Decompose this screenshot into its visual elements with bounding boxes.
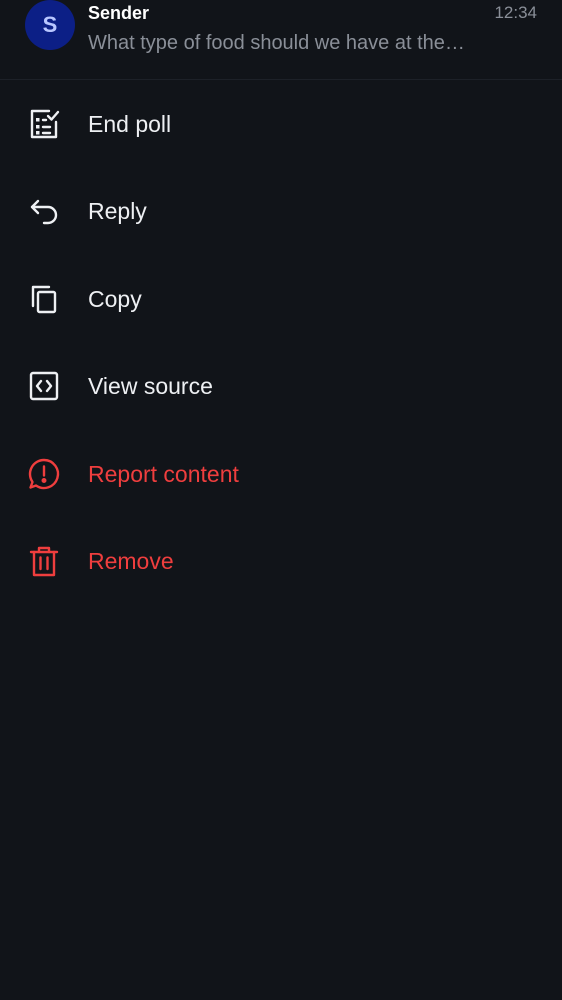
end-poll-label: End poll: [88, 110, 172, 137]
copy-button[interactable]: Copy: [0, 255, 562, 343]
trash-icon: [26, 543, 62, 579]
message-summary: S Sender What type of food should we hav…: [0, 0, 562, 80]
message-time: 12:34: [494, 3, 537, 22]
view-source-label: View source: [88, 373, 213, 400]
sender-name: Sender: [88, 3, 150, 23]
report-content-button[interactable]: Report content: [0, 430, 562, 518]
message-actions-screen: S Sender What type of food should we hav…: [0, 0, 562, 1000]
report-content-label: Report content: [88, 460, 239, 487]
end-poll-icon: [26, 106, 62, 142]
reply-label: Reply: [88, 198, 147, 225]
avatar: S: [25, 0, 75, 50]
end-poll-button[interactable]: End poll: [0, 80, 562, 168]
code-icon: [26, 368, 62, 404]
copy-icon: [26, 281, 62, 317]
view-source-button[interactable]: View source: [0, 343, 562, 431]
reply-button[interactable]: Reply: [0, 168, 562, 256]
reply-icon: [26, 193, 62, 229]
message-preview: What type of food should we have at the …: [88, 32, 468, 54]
remove-button[interactable]: Remove: [0, 518, 562, 606]
copy-label: Copy: [88, 285, 142, 312]
remove-label: Remove: [88, 548, 174, 575]
actions-menu: End poll Reply Copy View source Report c…: [0, 80, 562, 605]
report-icon: [26, 456, 62, 492]
